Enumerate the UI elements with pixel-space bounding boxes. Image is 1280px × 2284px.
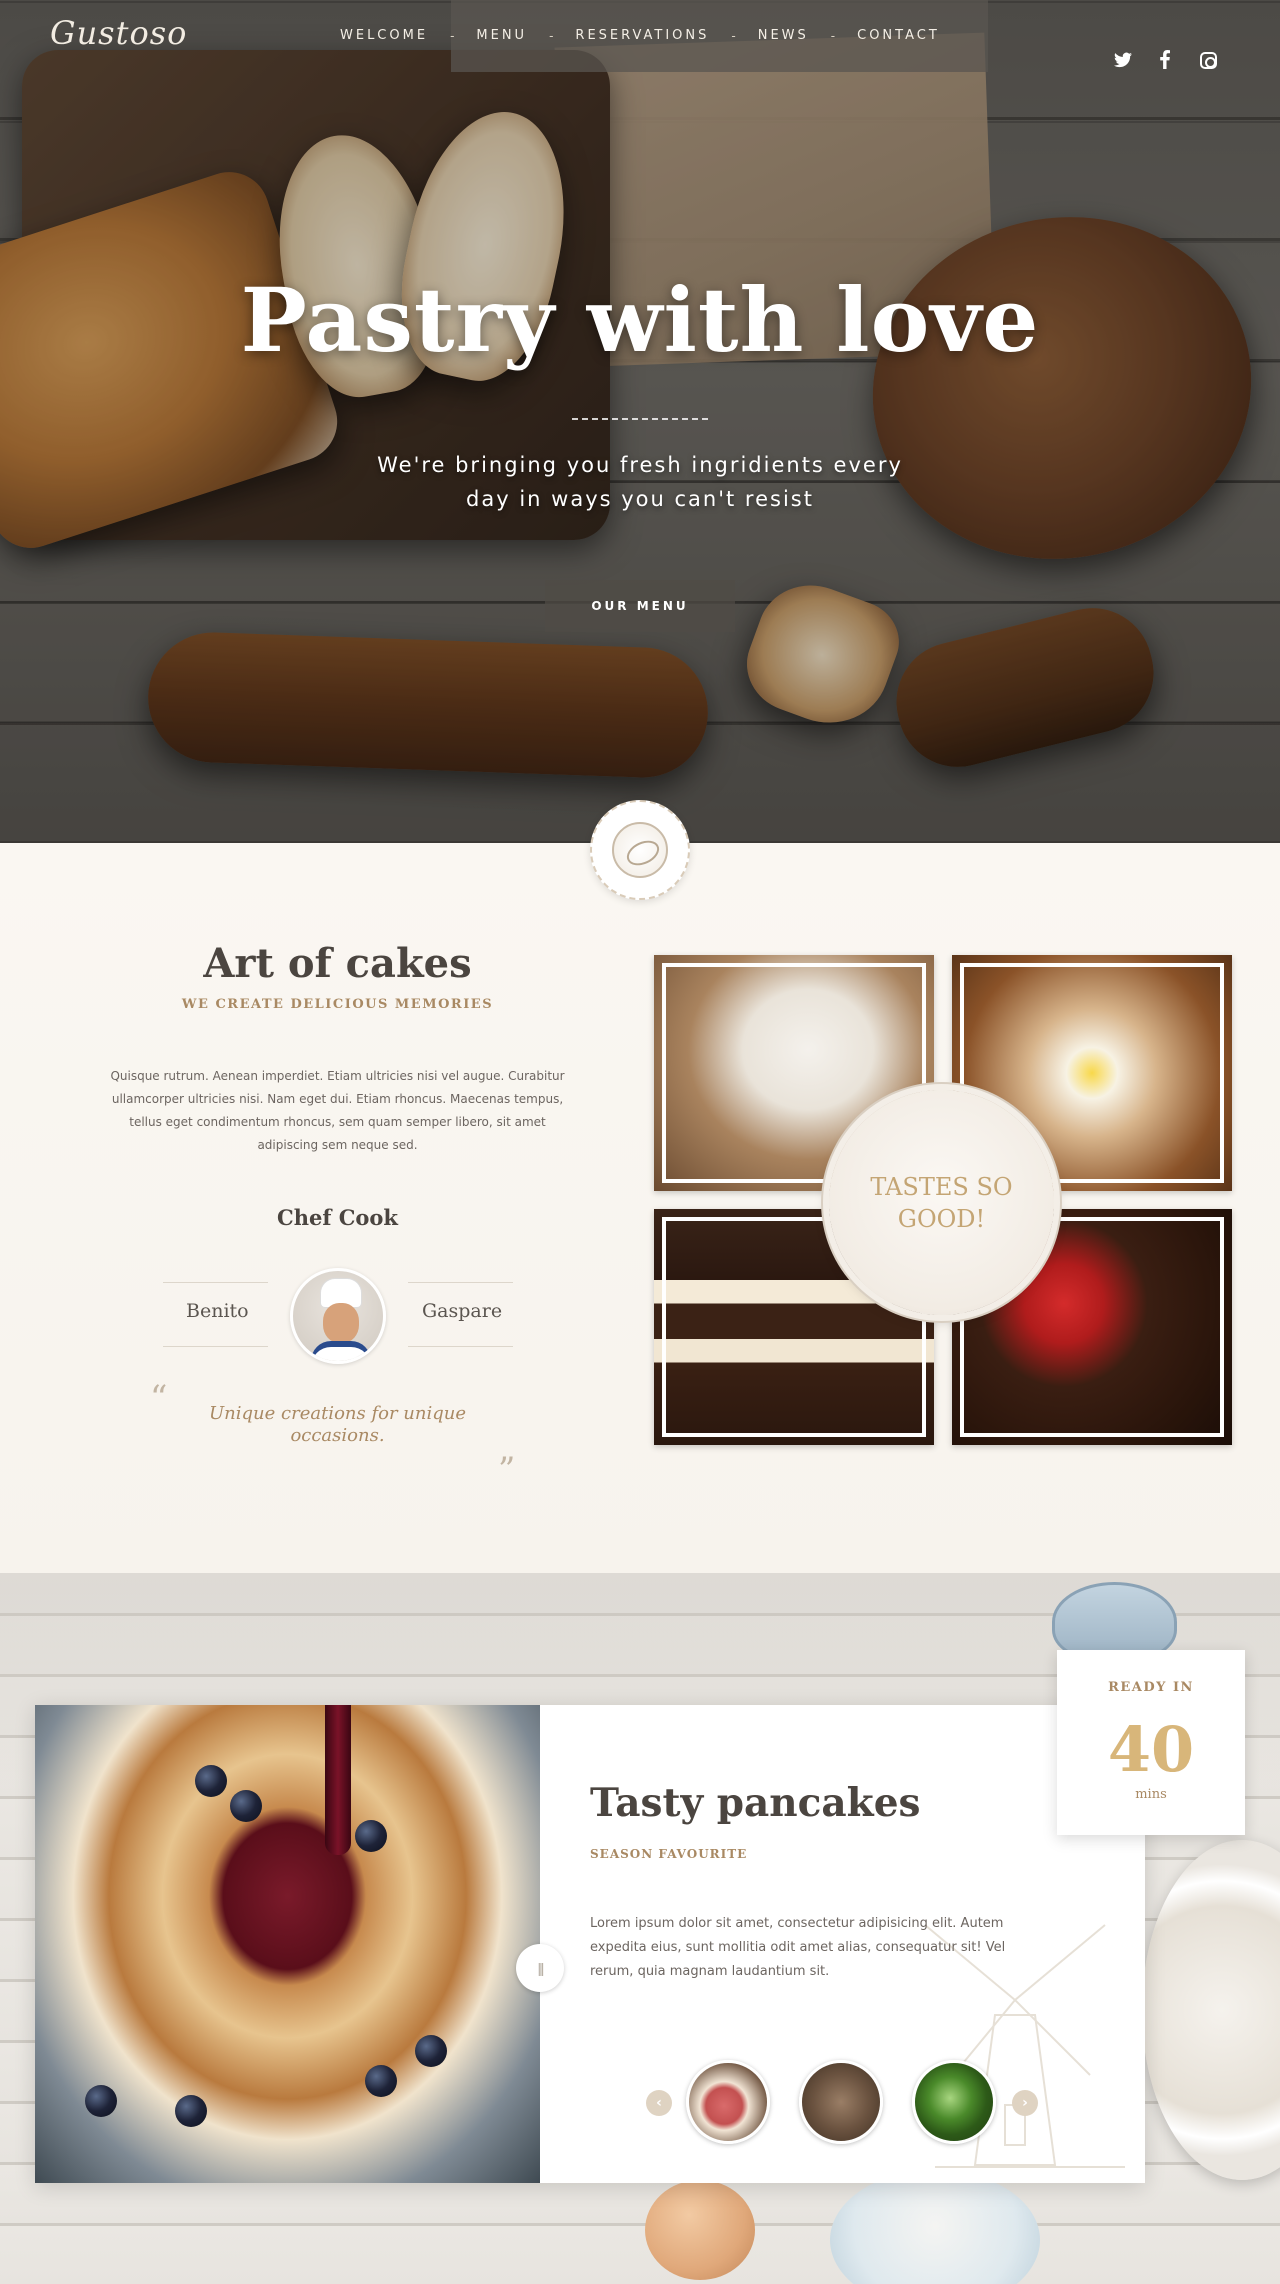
main-menu: WELCOME - MENU - RESERVATIONS - NEWS - C… [340, 28, 940, 43]
blueberry [355, 1820, 387, 1852]
recipe-description: Lorem ipsum dolor sit amet, consectetur … [590, 1916, 1006, 1979]
blueberry [415, 2035, 447, 2067]
tastes-so-good-badge: TASTES SO GOOD! [829, 1090, 1054, 1315]
quote-close-icon: ” [498, 1450, 516, 1490]
blueberry [230, 1790, 262, 1822]
top-navigation: Gustoso WELCOME - MENU - RESERVATIONS - … [0, 0, 1280, 72]
nav-item-reservations[interactable]: RESERVATIONS [575, 28, 709, 43]
chef-jacket [311, 1341, 371, 1361]
nav-separator: - [731, 28, 736, 43]
comparison-slider-handle[interactable]: ||| [516, 1944, 564, 1992]
hero-section: Gustoso WELCOME - MENU - RESERVATIONS - … [0, 0, 1280, 843]
blueberry [195, 1765, 227, 1797]
divider [408, 1346, 513, 1347]
ready-label: READY IN [1108, 1680, 1194, 1695]
chef-first-name: Benito [186, 1300, 249, 1322]
nav-item-news[interactable]: NEWS [758, 28, 809, 43]
quote-open-icon: “ [150, 1378, 168, 1418]
blueberry [365, 2065, 397, 2097]
carousel-prev-button[interactable]: ‹ [646, 2090, 672, 2116]
chef-quote: Unique creations for unique occasions. [209, 1403, 466, 1446]
gallery-thumb-3[interactable] [912, 2060, 996, 2144]
hero-title: Pastry with love [240, 268, 1040, 372]
nav-item-menu[interactable]: MENU [476, 28, 527, 43]
hero-overlay [0, 0, 1280, 843]
chef-face [323, 1303, 359, 1343]
section-body: Quisque rutrum. Aenean imperdiet. Etiam … [110, 1069, 565, 1152]
bread-icon [612, 822, 668, 878]
nav-separator: - [549, 28, 554, 43]
ready-unit: mins [1135, 1787, 1167, 1802]
divider [408, 1282, 513, 1283]
ready-time-badge: READY IN 40 mins [1057, 1650, 1245, 1835]
blueberry [175, 2095, 207, 2127]
badge-text: TASTES SO GOOD! [870, 1172, 1013, 1233]
instagram-icon[interactable] [1200, 52, 1217, 69]
site-logo[interactable]: Gustoso [50, 14, 187, 52]
chef-avatar [290, 1268, 386, 1364]
nav-item-welcome[interactable]: WELCOME [340, 28, 428, 43]
chef-heading: Chef Cook [277, 1205, 398, 1230]
pancakes-photo [35, 1705, 540, 2183]
divider [163, 1282, 268, 1283]
carousel-next-button[interactable]: › [1012, 2090, 1038, 2116]
recipe-subtitle: SEASON FAVOURITE [590, 1847, 748, 1861]
blueberry [85, 2085, 117, 2117]
gallery-thumb-1[interactable] [686, 2060, 770, 2144]
nav-separator: - [450, 28, 455, 43]
nav-item-contact[interactable]: CONTACT [857, 28, 940, 43]
nav-separator: - [830, 28, 836, 43]
twitter-icon[interactable] [1114, 52, 1132, 73]
ready-value: 40 [1107, 1713, 1195, 1786]
hero-subtitle-line: We're bringing you fresh ingridients eve… [377, 453, 903, 477]
hero-subtitle: We're bringing you fresh ingridients eve… [340, 448, 940, 516]
hero-subtitle-line: day in ways you can't resist [466, 487, 814, 511]
gallery-thumb-2[interactable] [799, 2060, 883, 2144]
divider [163, 1346, 268, 1347]
our-menu-button[interactable]: OUR MENU [545, 580, 735, 632]
recipe-title: Tasty pancakes [590, 1780, 921, 1826]
chef-last-name: Gaspare [422, 1300, 503, 1322]
bread-emblem [590, 800, 690, 900]
egg-image [645, 2180, 755, 2280]
section-subtitle: WE CREATE DELICIOUS MEMORIES [181, 997, 494, 1012]
hero-divider [572, 418, 708, 420]
syrup-drip [325, 1705, 351, 1855]
facebook-icon[interactable] [1160, 50, 1170, 74]
section-title: Art of cakes [203, 940, 472, 987]
